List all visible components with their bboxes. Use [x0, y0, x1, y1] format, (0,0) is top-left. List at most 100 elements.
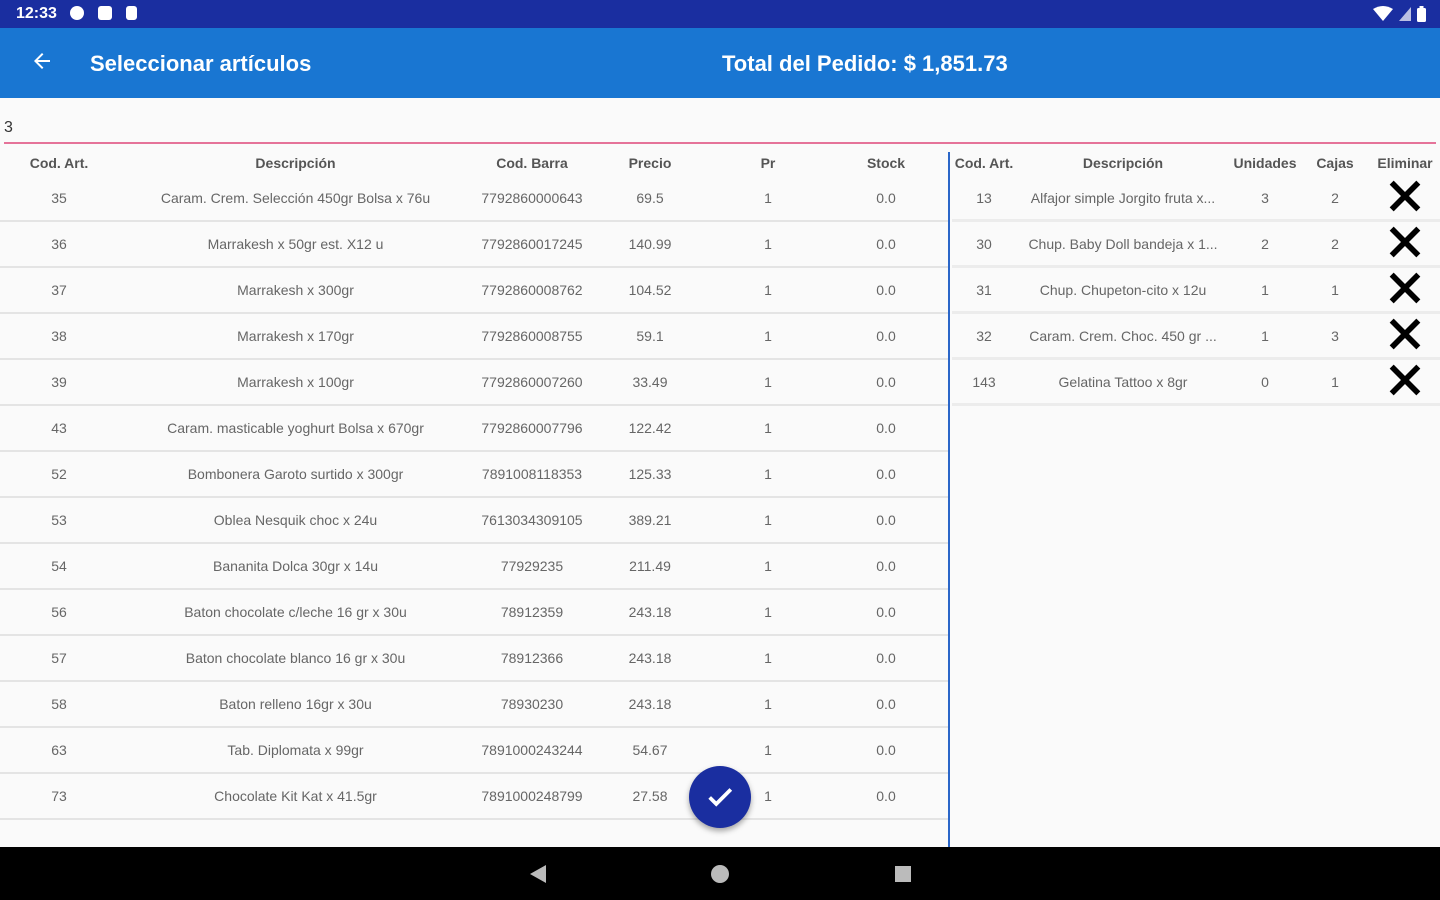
- cell-stock: 0.0: [876, 282, 896, 298]
- cell-descripcion: Bombonera Garoto surtido x 300gr: [187, 466, 404, 482]
- cell-cod-art: 54: [51, 558, 67, 574]
- order-total: Total del Pedido: $ 1,851.73: [722, 51, 1008, 76]
- header-stock: Stock: [866, 155, 906, 171]
- cell-pr: 1: [764, 742, 772, 758]
- cell-cod-barra: 7613034309105: [481, 512, 583, 528]
- search-input[interactable]: [4, 114, 1434, 142]
- battery-icon: [1417, 6, 1426, 22]
- cell-unidades: 0: [1261, 373, 1269, 390]
- cell-precio: 243.18: [628, 604, 672, 620]
- signal-icon: [1399, 7, 1411, 21]
- table-row[interactable]: 39 Marrakesh x 100gr 7792860007260 33.49 1 0.…: [0, 360, 948, 406]
- cell-descripcion: Chup. Chupeton-cito x 12u: [1039, 281, 1207, 298]
- nav-back-icon[interactable]: [528, 864, 548, 884]
- header-cod-art: Cod. Art.: [29, 155, 89, 171]
- table-row[interactable]: 63 Tab. Diplomata x 99gr 7891000243244 54.6…: [0, 728, 948, 774]
- table-row[interactable]: 36 Marrakesh x 50gr est. X12 u 77928600172…: [0, 222, 948, 268]
- cell-cod-art: 35: [51, 190, 67, 206]
- table-row[interactable]: [0, 820, 948, 847]
- page-title: Seleccionar artículos: [90, 51, 312, 76]
- nav-recents-icon[interactable]: [893, 864, 913, 884]
- cell-stock: 0.0: [876, 604, 896, 620]
- cell-stock: 0.0: [876, 420, 896, 436]
- cell-pr: 1: [764, 190, 772, 206]
- header-cod-art: Cod. Art.: [954, 155, 1014, 171]
- cell-precio: 125.33: [628, 466, 672, 482]
- cell-cod-barra: 7792860017245: [481, 236, 583, 252]
- check-icon: [708, 788, 733, 807]
- table-row[interactable]: 57 Baton chocolate blanco 16 gr x 30u 7891…: [0, 636, 948, 682]
- cell-descripcion: Bananita Dolca 30gr x 14u: [213, 558, 378, 574]
- selected-row: 31 Chup. Chupeton-cito x 12u 1 1: [952, 268, 1440, 314]
- table-row[interactable]: 52 Bombonera Garoto surtido x 300gr 789100…: [0, 452, 948, 498]
- cell-cod-art: 13: [976, 189, 992, 206]
- cell-unidades: 2: [1261, 235, 1269, 252]
- cell-descripcion: Alfajor simple Jorgito fruta x...: [1030, 189, 1216, 206]
- table-row[interactable]: 37 Marrakesh x 300gr 7792860008762 104.52 1 0…: [0, 268, 948, 314]
- cell-descripcion: Baton relleno 16gr x 30u: [219, 696, 372, 712]
- cell-precio: 122.42: [628, 420, 672, 436]
- cell-precio: 243.18: [628, 696, 672, 712]
- delete-button[interactable]: [1370, 317, 1440, 354]
- cell-cod-barra: 78912359: [500, 604, 564, 620]
- cell-unidades: 1: [1261, 327, 1269, 344]
- cell-stock: 0.0: [876, 696, 896, 712]
- delete-button[interactable]: [1370, 363, 1440, 400]
- close-icon: [1389, 318, 1421, 350]
- selected-row: 143 Gelatina Tattoo x 8gr 0 1: [952, 360, 1440, 406]
- selected-table-body: 13 Alfajor simple Jorgito fruta x... 3 2 30 C…: [952, 176, 1440, 406]
- search-underline: [4, 142, 1436, 144]
- cell-precio: 140.99: [628, 236, 672, 252]
- header-cajas: Cajas: [1316, 155, 1354, 171]
- wifi-icon: [1373, 6, 1393, 21]
- delete-button[interactable]: [1370, 179, 1440, 216]
- cell-precio: 54.67: [632, 742, 668, 758]
- cell-unidades: 3: [1261, 189, 1269, 206]
- settings-status-icon: [70, 6, 84, 20]
- table-row[interactable]: 38 Marrakesh x 170gr 7792860008755 59.1 1 0.0: [0, 314, 948, 360]
- cell-cod-art: 57: [51, 650, 67, 666]
- cell-descripcion: Marrakesh x 50gr est. X12 u: [207, 236, 384, 252]
- cell-cod-barra: 7792860007260: [481, 374, 583, 390]
- close-icon: [1389, 180, 1421, 212]
- delete-button[interactable]: [1370, 271, 1440, 308]
- status-right-icons: [1373, 6, 1426, 22]
- cell-stock: 0.0: [876, 788, 896, 804]
- cell-unidades: 1: [1261, 281, 1269, 298]
- cell-stock: 0.0: [876, 374, 896, 390]
- table-row[interactable]: 35 Caram. Crem. Selección 450gr Bolsa x 7…: [0, 176, 948, 222]
- cell-stock: 0.0: [876, 466, 896, 482]
- cell-cod-art: 63: [51, 742, 67, 758]
- cell-cod-art: 52: [51, 466, 67, 482]
- search-bar: [0, 108, 1440, 144]
- cell-pr: 1: [764, 696, 772, 712]
- cell-stock: 0.0: [876, 236, 896, 252]
- cell-cod-art: 56: [51, 604, 67, 620]
- selected-items-table: Cod. Art. Descripción Unidades Cajas Eli…: [952, 150, 1440, 406]
- cell-cajas: 1: [1331, 281, 1339, 298]
- cell-pr: 1: [764, 604, 772, 620]
- cell-precio: 69.5: [636, 190, 664, 206]
- cell-cod-art: 37: [51, 282, 67, 298]
- arrow-left-icon[interactable]: [30, 49, 54, 73]
- cell-stock: 0.0: [876, 190, 896, 206]
- confirm-button[interactable]: [689, 766, 751, 828]
- nav-home-icon[interactable]: [710, 864, 730, 884]
- delete-button[interactable]: [1370, 225, 1440, 262]
- table-row[interactable]: 43 Caram. masticable yoghurt Bolsa x 670g…: [0, 406, 948, 452]
- selected-row: 13 Alfajor simple Jorgito fruta x... 3 2: [952, 176, 1440, 222]
- cell-pr: 1: [764, 558, 772, 574]
- system-nav-bar: [0, 847, 1440, 900]
- cell-descripcion: Marrakesh x 100gr: [237, 374, 354, 390]
- table-row[interactable]: 54 Bananita Dolca 30gr x 14u 77929235 211.4…: [0, 544, 948, 590]
- header-cod-barra: Cod. Barra: [496, 155, 568, 171]
- table-row[interactable]: 73 Chocolate Kit Kat x 41.5gr 789100024879…: [0, 774, 948, 820]
- selected-row: 32 Caram. Crem. Choc. 450 gr ... 1 3: [952, 314, 1440, 360]
- table-row[interactable]: 53 Oblea Nesquik choc x 24u 7613034309105 3…: [0, 498, 948, 544]
- cell-precio: 211.49: [629, 558, 671, 574]
- cell-pr: 1: [764, 650, 772, 666]
- cell-descripcion: Gelatina Tattoo x 8gr: [1058, 373, 1188, 390]
- header-pr: Pr: [760, 155, 776, 171]
- table-row[interactable]: 56 Baton chocolate c/leche 16 gr x 30u 789…: [0, 590, 948, 636]
- table-row[interactable]: 58 Baton relleno 16gr x 30u 78930230 243.18…: [0, 682, 948, 728]
